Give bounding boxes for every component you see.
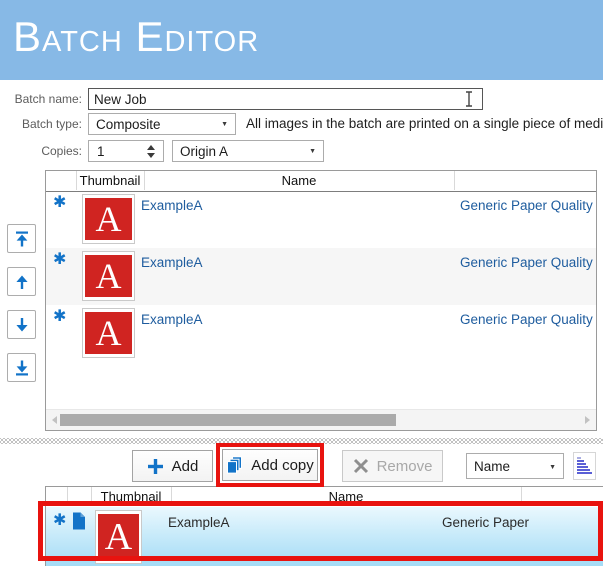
remove-button[interactable]: Remove <box>342 450 443 482</box>
add-copy-button[interactable]: Add copy <box>222 449 318 481</box>
arrow-to-top-icon <box>13 230 31 248</box>
sort-by-dropdown[interactable]: Name ▼ <box>466 453 564 479</box>
copies-label: Copies: <box>0 144 82 158</box>
scroll-left-icon[interactable] <box>52 416 57 424</box>
column-header-thumbnail: Thumbnail <box>91 489 171 504</box>
move-to-bottom-button[interactable] <box>7 353 36 382</box>
thumbnail-image: A <box>82 308 135 358</box>
thumbnail-letter: A <box>105 518 132 556</box>
add-button[interactable]: Add <box>132 450 213 482</box>
asterisk-icon: ✱ <box>53 513 66 529</box>
batch-type-label: Batch type: <box>0 117 82 131</box>
stepper-up-icon[interactable] <box>147 145 155 150</box>
batch-images-table: Thumbnail Name ✱ A ExampleA Generic Pape… <box>45 170 597 431</box>
batch-type-dropdown[interactable]: Composite ▼ <box>88 113 236 135</box>
batch-type-value: Composite <box>96 117 161 132</box>
add-copy-button-label: Add copy <box>251 457 314 474</box>
row-name: ExampleA <box>141 198 203 213</box>
page-title: Batch Editor <box>13 14 259 60</box>
table-row[interactable]: ✱ A ExampleA Generic Paper Quality P <box>46 248 596 305</box>
row-media: Generic Paper Quality P <box>460 312 595 327</box>
batch-name-label: Batch name: <box>0 92 82 106</box>
chevron-down-icon: ▼ <box>549 464 556 471</box>
table-row[interactable]: ✱ A ExampleA Generic Paper Quality P <box>46 191 596 248</box>
thumbnail-image: A <box>82 194 135 244</box>
batch-editor-dialog: Batch Editor Batch name: Batch type: Com… <box>0 0 603 566</box>
copy-page-icon <box>72 512 86 530</box>
move-up-button[interactable] <box>7 267 36 296</box>
column-header-thumbnail: Thumbnail <box>76 173 144 188</box>
copy-pages-icon <box>226 456 243 474</box>
move-to-top-button[interactable] <box>7 224 36 253</box>
batch-name-input[interactable] <box>88 88 483 110</box>
x-icon <box>353 458 369 474</box>
row-media: Generic Paper <box>442 515 602 530</box>
table-row[interactable]: ✱ A ExampleA Generic Paper Quality P <box>46 305 596 362</box>
chevron-down-icon: ▼ <box>309 148 316 155</box>
table-header: Thumbnail Name <box>46 487 603 508</box>
asterisk-icon: ✱ <box>53 309 66 325</box>
scrollbar-thumb[interactable] <box>60 414 396 426</box>
copies-value: 1 <box>97 144 105 159</box>
stepper-down-icon[interactable] <box>147 153 155 158</box>
row-media: Generic Paper Quality P <box>460 255 595 270</box>
table-header: Thumbnail Name <box>46 171 596 192</box>
row-name: ExampleA <box>141 312 203 327</box>
thumbnail-letter: A <box>96 201 122 237</box>
stepper-arrows[interactable] <box>147 145 155 158</box>
arrow-up-icon <box>13 273 31 291</box>
sort-bars-icon <box>577 457 595 474</box>
thumbnail-letter: A <box>96 315 122 351</box>
plus-icon <box>147 458 164 475</box>
scroll-right-icon[interactable] <box>585 416 590 424</box>
copies-stepper[interactable]: 1 <box>88 140 164 162</box>
column-header-name: Name <box>171 489 521 504</box>
thumbnail-image: A <box>82 251 135 301</box>
horizontal-scrollbar[interactable] <box>46 409 596 430</box>
row-name: ExampleA <box>168 515 230 530</box>
column-header-name: Name <box>144 173 454 188</box>
batch-type-description: All images in the batch are printed on a… <box>246 116 603 134</box>
text-cursor-icon <box>464 91 474 107</box>
asterisk-icon: ✱ <box>53 195 66 211</box>
sort-order-button[interactable] <box>573 452 596 480</box>
header-banner: Batch Editor <box>0 0 603 80</box>
selected-table-row[interactable]: ✱ A ExampleA Generic Paper <box>46 507 603 566</box>
origin-value: Origin A <box>180 144 228 159</box>
thumbnail-letter: A <box>96 258 122 294</box>
column-separator <box>67 487 68 506</box>
add-button-label: Add <box>172 458 199 475</box>
move-down-button[interactable] <box>7 310 36 339</box>
asterisk-icon: ✱ <box>53 252 66 268</box>
thumbnail-image: A <box>95 510 142 564</box>
row-media: Generic Paper Quality P <box>460 198 595 213</box>
remove-button-label: Remove <box>377 458 433 475</box>
origin-dropdown[interactable]: Origin A ▼ <box>172 140 324 162</box>
sort-by-value: Name <box>474 459 510 474</box>
selected-images-table: Thumbnail Name ✱ A ExampleA Generic Pape… <box>45 486 603 566</box>
dotted-divider <box>0 438 603 444</box>
row-name: ExampleA <box>141 255 203 270</box>
column-separator <box>521 487 522 506</box>
arrow-to-bottom-icon <box>13 359 31 377</box>
column-separator <box>454 171 455 190</box>
arrow-down-icon <box>13 316 31 334</box>
chevron-down-icon: ▼ <box>221 121 228 128</box>
